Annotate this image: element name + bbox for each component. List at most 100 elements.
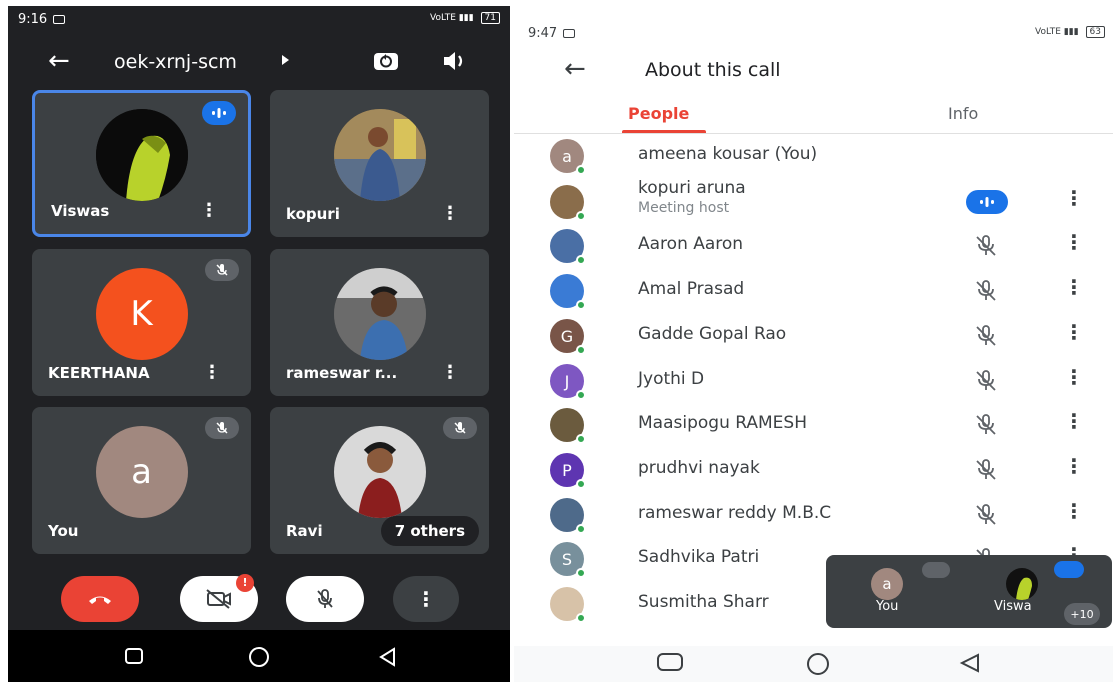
participant-name: Sadhvika Patri [638, 547, 760, 567]
tile-more-icon[interactable]: ⋮ [203, 364, 221, 382]
back-arrow-icon[interactable]: ← [564, 54, 586, 84]
tab-info[interactable]: Info [948, 104, 978, 123]
more-vert-icon: ⋮ [416, 587, 436, 611]
more-options-button[interactable]: ⋮ [393, 576, 459, 622]
screenshot-stage: { "left": { "status": {"time": "9:16", "… [0, 0, 1113, 682]
avatar [333, 108, 426, 201]
participant-row[interactable]: G Gadde Gopal Rao ⋮ [514, 314, 1113, 358]
recents-nav-icon[interactable] [124, 647, 144, 665]
participant-name: kopuri aruna [638, 178, 746, 198]
page-title: About this call [645, 59, 781, 81]
participant-more-icon[interactable]: ⋮ [1064, 411, 1084, 431]
avatar [333, 267, 426, 360]
tile-more-icon[interactable]: ⋮ [441, 364, 459, 382]
online-status-dot [576, 524, 586, 534]
tile-more-icon[interactable]: ⋮ [441, 205, 459, 223]
muted-mic-icon [976, 504, 996, 525]
chevron-right-icon[interactable] [282, 55, 289, 65]
participant-row[interactable]: Pprudhvi nayak ⋮ [514, 448, 1113, 492]
online-status-dot [576, 613, 586, 623]
back-nav-icon[interactable] [958, 652, 982, 674]
participant-tile-you[interactable]: a You [32, 407, 251, 554]
viswas-avatar [1006, 568, 1038, 600]
participant-name: Susmitha Sharr [638, 592, 769, 612]
screen-record-icon [563, 29, 576, 38]
meet-call-screen: 9:16 VoLTE ▮▮▮ 71 ← oek-xrnj-scm Viswas … [8, 6, 510, 682]
speaker-icon[interactable] [440, 49, 470, 73]
switch-camera-icon[interactable] [372, 48, 400, 74]
status-time: 9:16 [18, 12, 48, 27]
participant-row[interactable]: rameswar reddy M.B.C ⋮ [514, 493, 1113, 537]
participant-name: Jyothi D [638, 369, 705, 389]
online-status-dot [576, 255, 586, 265]
end-call-button[interactable] [61, 576, 139, 622]
participant-row[interactable]: Aaron Aaron ⋮ [514, 224, 1113, 268]
tab-bar: People Info [514, 94, 1113, 134]
participant-tile-keerthana[interactable]: K KEERTHANA ⋮ [32, 249, 251, 396]
participant-more-icon[interactable]: ⋮ [1064, 501, 1084, 521]
meeting-code[interactable]: oek-xrnj-scm [114, 51, 237, 73]
pip-other-label: Viswa [994, 599, 1032, 614]
speaking-indicator-icon [202, 101, 236, 125]
participant-name: Gadde Gopal Rao [638, 324, 787, 344]
online-status-dot [576, 479, 586, 489]
participant-name: Amal Prasad [638, 279, 745, 299]
pip-self-label: You [876, 599, 899, 614]
participant-more-icon[interactable]: ⋮ [1064, 456, 1084, 476]
participant-more-icon[interactable]: ⋮ [1064, 367, 1084, 387]
status-bar-right: 9:47 [528, 26, 576, 41]
android-nav-bar [514, 646, 1113, 682]
participant-row[interactable]: a ameena kousar (You) [514, 134, 1113, 178]
network-label: VoLTE [1035, 27, 1061, 37]
participant-name: Viswas [51, 202, 110, 220]
more-participants-badge: +10 [1064, 603, 1100, 625]
status-time: 9:47 [528, 26, 558, 41]
participant-tile-ravi[interactable]: Ravi 7 others [270, 407, 489, 554]
participant-more-icon[interactable]: ⋮ [1064, 232, 1084, 252]
home-nav-icon[interactable] [248, 647, 270, 669]
mic-off-icon [317, 589, 333, 608]
muted-mic-icon [922, 562, 950, 578]
participant-tile-rameswar[interactable]: rameswar r... ⋮ [270, 249, 489, 396]
participant-name: Ravi [286, 522, 323, 540]
participant-row[interactable]: kopuri aruna Meeting host ⋮ [514, 178, 1113, 224]
participant-more-icon[interactable]: ⋮ [1064, 188, 1084, 208]
recents-nav-icon[interactable] [656, 652, 684, 672]
participant-row[interactable]: Maasipogu RAMESH ⋮ [514, 403, 1113, 447]
online-status-dot [576, 345, 586, 355]
self-avatar: a [871, 568, 903, 600]
online-status-dot [576, 390, 586, 400]
muted-mic-icon [976, 235, 996, 256]
participant-tile-viswas[interactable]: Viswas ⋮ [32, 90, 251, 237]
online-status-dot [576, 165, 586, 175]
back-arrow-icon[interactable]: ← [48, 46, 70, 76]
back-nav-icon[interactable] [378, 647, 398, 667]
camera-alert-badge: ! [236, 574, 254, 592]
online-status-dot [576, 211, 586, 221]
online-status-dot [576, 568, 586, 578]
screen-record-icon [53, 15, 66, 24]
muted-mic-icon [976, 280, 996, 301]
status-bar-left: 9:16 [18, 12, 66, 27]
participant-tile-kopuri[interactable]: kopuri ⋮ [270, 90, 489, 237]
participant-row[interactable]: J Jyothi D ⋮ [514, 359, 1113, 403]
picture-in-picture-window[interactable]: a You Viswa +10 [826, 555, 1112, 628]
others-count-badge[interactable]: 7 others [380, 516, 479, 546]
tab-people[interactable]: People [628, 104, 689, 123]
online-status-dot [576, 434, 586, 444]
mic-toggle-button[interactable] [286, 576, 364, 622]
home-nav-icon[interactable] [803, 652, 833, 676]
about-call-screen: 9:47 VoLTE ▮▮▮ 63 ← About this call Peop… [514, 14, 1113, 682]
call-top-bar: ← oek-xrnj-scm [8, 42, 510, 82]
participant-more-icon[interactable]: ⋮ [1064, 322, 1084, 342]
avatar: a [95, 425, 188, 518]
camera-off-icon [206, 589, 231, 609]
tile-more-icon[interactable]: ⋮ [200, 202, 218, 220]
participant-row[interactable]: Amal Prasad ⋮ [514, 269, 1113, 313]
muted-mic-icon [976, 370, 996, 391]
avatar: K [95, 267, 188, 360]
participant-more-icon[interactable]: ⋮ [1064, 277, 1084, 297]
battery-level: 63 [1085, 26, 1105, 38]
muted-mic-icon [443, 417, 477, 439]
participant-name: KEERTHANA [48, 364, 150, 382]
